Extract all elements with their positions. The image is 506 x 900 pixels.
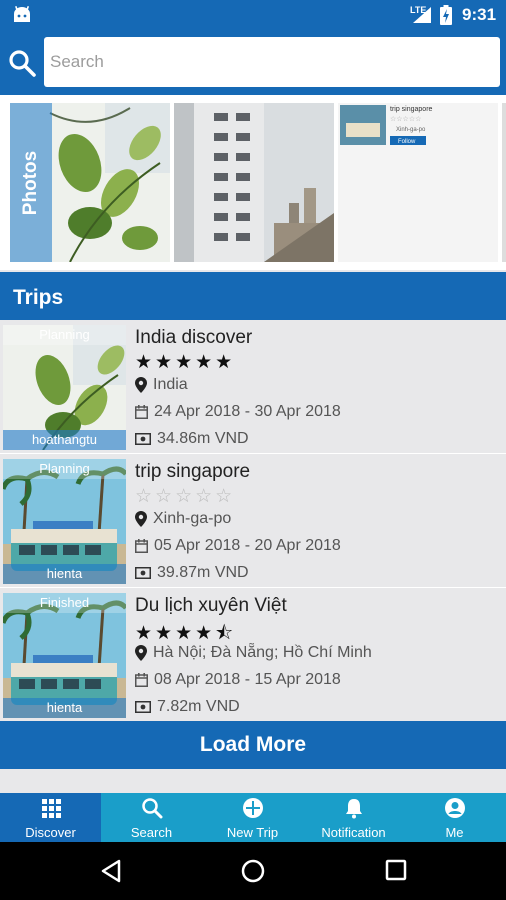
trip-cost: 7.82m VND [135, 698, 240, 716]
recents-icon[interactable] [385, 859, 407, 881]
trip-rating: ☆☆☆☆☆ [135, 486, 236, 507]
nav-label: Search [130, 825, 173, 840]
calendar-icon [135, 673, 148, 687]
photo-thumbnail-partial[interactable] [502, 103, 506, 262]
nav-discover[interactable]: Discover [0, 793, 101, 842]
money-icon [135, 701, 151, 713]
bell-icon [346, 799, 362, 819]
nav-new-trip[interactable]: New Trip [202, 793, 303, 842]
map-pin-icon [135, 511, 147, 527]
bottom-nav: Discover Search New Trip Notification Me [0, 793, 506, 842]
trips-section-header: Trips [0, 272, 506, 320]
nav-label: Me [445, 825, 464, 840]
trip-location-text: Hà Nội; Đà Nẵng; Hồ Chí Minh [153, 644, 372, 661]
trip-cost-text: 34.86m VND [157, 430, 249, 447]
map-pin-icon [135, 377, 147, 393]
photos-label-text: Photos [20, 150, 42, 215]
trip-dates-text: 05 Apr 2018 - 20 Apr 2018 [154, 537, 341, 554]
trip-location: India [135, 376, 188, 394]
nav-notification[interactable]: Notification [303, 793, 404, 842]
nav-me[interactable]: Me [404, 793, 505, 842]
trip-location-text: India [153, 376, 188, 393]
preview-title: trip singapore [390, 106, 433, 113]
svg-text:☆☆☆☆☆: ☆☆☆☆☆ [390, 115, 421, 123]
preview-location: Xinh-ga-po [396, 127, 426, 133]
trip-cost-text: 39.87m VND [157, 564, 249, 581]
search-icon[interactable] [8, 49, 36, 77]
trip-rating: ★★★★★ [135, 352, 236, 373]
money-icon [135, 567, 151, 579]
nav-label: Notification [321, 825, 386, 840]
trip-dates: 05 Apr 2018 - 20 Apr 2018 [135, 537, 341, 555]
trip-preview-photo: trip singapore ☆☆☆☆☆ Xinh-ga-po Follow [338, 103, 498, 262]
trip-card[interactable]: Planning hoathangtu India discover ★★★★★… [0, 321, 506, 454]
grid-icon [42, 799, 61, 818]
calendar-icon [135, 539, 148, 553]
load-more-button[interactable]: Load More [0, 721, 506, 769]
calendar-icon [135, 405, 148, 419]
trip-thumbnail: Finished hienta [3, 593, 126, 718]
trip-card[interactable]: Finished hienta Du lịch xuyên Việt ★★★★⯪… [0, 589, 506, 722]
photos-label[interactable]: Photos [10, 103, 52, 262]
trip-owner: hienta [3, 564, 126, 584]
trip-name: India discover [135, 327, 253, 348]
android-icon [14, 6, 30, 22]
trip-status-badge: Finished [3, 593, 126, 613]
nav-search[interactable]: Search [101, 793, 202, 842]
back-icon[interactable] [100, 859, 122, 883]
trip-location-text: Xinh-ga-po [153, 510, 232, 527]
money-icon [135, 433, 151, 445]
system-nav-bar [0, 842, 506, 900]
trip-thumbnail: Planning hoathangtu [3, 325, 126, 450]
add-circle-icon [243, 798, 263, 818]
search-input[interactable] [44, 37, 500, 87]
trip-name: Du lịch xuyên Việt [135, 595, 287, 616]
nav-label: New Trip [226, 825, 279, 840]
trip-dates-text: 08 Apr 2018 - 15 Apr 2018 [154, 671, 341, 688]
photo-thumbnail[interactable] [174, 103, 334, 262]
status-bar: LTE 9:31 [0, 0, 506, 30]
trip-name: trip singapore [135, 461, 251, 482]
photo-thumbnail[interactable]: trip singapore ☆☆☆☆☆ Xinh-ga-po Follow [338, 103, 498, 262]
trip-location: Hà Nội; Đà Nẵng; Hồ Chí Minh [135, 644, 372, 662]
home-icon[interactable] [241, 859, 265, 883]
battery-icon [440, 5, 452, 25]
trip-status-badge: Planning [3, 325, 126, 345]
trip-owner: hienta [3, 698, 126, 718]
trip-cost: 39.87m VND [135, 564, 249, 582]
trip-card[interactable]: Planning hienta trip singapore ☆☆☆☆☆ Xin… [0, 455, 506, 588]
signal-icon [413, 7, 431, 23]
building-photo [174, 103, 334, 262]
trip-cost: 34.86m VND [135, 430, 249, 448]
trip-dates: 08 Apr 2018 - 15 Apr 2018 [135, 671, 341, 689]
trip-owner: hoathangtu [3, 430, 126, 450]
trip-dates-text: 24 Apr 2018 - 30 Apr 2018 [154, 403, 341, 420]
trip-location: Xinh-ga-po [135, 510, 231, 528]
nav-label: Discover [25, 825, 76, 840]
trip-thumbnail: Planning hienta [3, 459, 126, 584]
preview-follow: Follow [398, 139, 416, 145]
trip-status-badge: Planning [3, 459, 126, 479]
trip-dates: 24 Apr 2018 - 30 Apr 2018 [135, 403, 341, 421]
search-bar [0, 30, 506, 95]
person-icon [445, 798, 465, 818]
trip-cost-text: 7.82m VND [157, 698, 240, 715]
search-icon [142, 798, 163, 819]
clock: 9:31 [462, 5, 497, 24]
map-pin-icon [135, 645, 147, 661]
photos-strip[interactable]: Photos trip singapore ☆☆☆☆☆ Xinh-ga-po F… [0, 95, 506, 270]
